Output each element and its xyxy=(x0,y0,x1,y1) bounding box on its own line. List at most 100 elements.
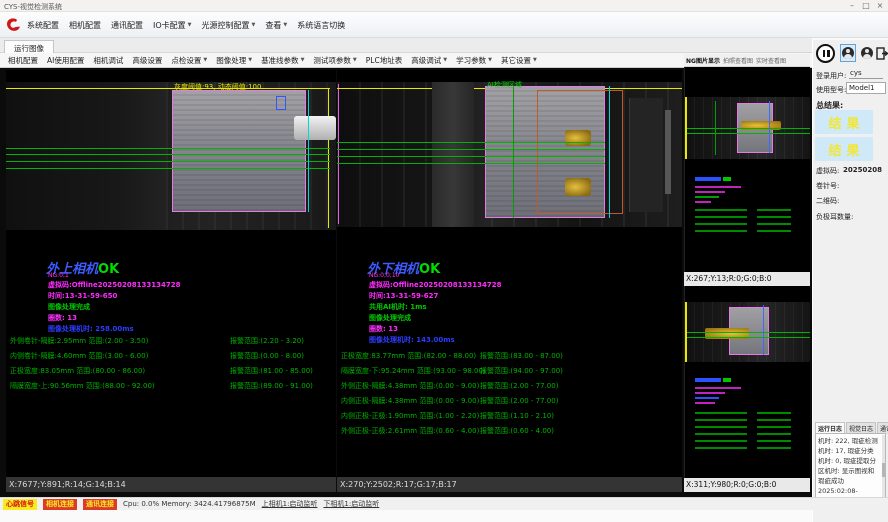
toolbar-plc-address-table[interactable]: PLC地址表 xyxy=(366,55,402,66)
thumb-tab-live-view[interactable]: 实时查看图 xyxy=(756,56,786,65)
thumb-tab-ng-display[interactable]: NG图片显示 xyxy=(686,56,720,65)
menu-items: 系统配置 相机配置 通讯配置 IO卡配置▼ 光源控制配置▼ 查看▼ 系统语言切换 xyxy=(27,12,345,38)
thumb-text-line xyxy=(757,419,791,421)
menu-item-view[interactable]: 查看▼ xyxy=(265,20,287,31)
thumbnail-top[interactable] xyxy=(684,67,810,272)
login-user-value[interactable]: cys xyxy=(849,69,883,79)
thumb-text-line xyxy=(695,201,711,203)
processing-time-label: 图像处理机时: 258.00ms xyxy=(48,324,134,334)
measurement-row: 隔膜宽度-上:90.56mm 范围:(88.00 - 92.00) xyxy=(10,381,155,391)
thumb-text-line xyxy=(695,440,747,442)
dropdown-arrow-icon: ▼ xyxy=(443,57,447,63)
thumb-text-line xyxy=(757,209,791,211)
thumbnail-bottom[interactable] xyxy=(684,286,810,478)
result-badge-2: 结果 xyxy=(815,137,873,161)
overlay-cyan-vline xyxy=(609,86,610,218)
turns-label: 圈数: 13 xyxy=(369,324,398,334)
minimize-icon[interactable]: – xyxy=(846,1,858,10)
overlay-green-line xyxy=(685,332,810,333)
alarm-range: 报警范围:(89.00 - 91.00) xyxy=(230,381,313,391)
overlay-magenta-vline xyxy=(338,84,339,224)
camera-connection-badge: 相机连接 xyxy=(43,499,77,510)
upper-camera-listen-status[interactable]: 上相机1:启动监听 xyxy=(262,499,318,509)
menu-item-camera-config[interactable]: 相机配置 xyxy=(69,20,101,31)
menu-bar: 系统配置 相机配置 通讯配置 IO卡配置▼ 光源控制配置▼ 查看▼ 系统语言切换 xyxy=(0,12,888,38)
alarm-range: 报警范围:(2.20 - 3.20) xyxy=(230,336,304,346)
admin-user-button[interactable] xyxy=(859,44,875,62)
measurement-row: 外侧正极-隔膜:4.38mm 范围:(0.00 - 9.00) xyxy=(341,381,479,391)
overlay-yellow-vline xyxy=(685,97,687,159)
toolbar-camera-config[interactable]: 相机配置 xyxy=(8,55,38,66)
toolbar-baseline-params[interactable]: 基准线参数▼ xyxy=(261,55,304,66)
processing-time-label: 图像处理机时: 143.00ms xyxy=(369,335,455,345)
center-image-bright-edge xyxy=(665,110,671,194)
thumbnail-bottom-coordinates: X:311;Y:980;R:0;G:0;B:0 xyxy=(684,478,810,492)
toolbar-spot-check[interactable]: 点检设置▼ xyxy=(171,55,207,66)
toolbar-learning-params[interactable]: 学习参数▼ xyxy=(456,55,492,66)
ng-count-label: NG:0;0;10 xyxy=(369,272,399,279)
dropdown-arrow-icon: ▼ xyxy=(283,22,287,28)
menu-item-comm-config[interactable]: 通讯配置 xyxy=(111,20,143,31)
window-title: CYS-视觉检测系统 xyxy=(4,2,62,12)
overlay-blue-vline xyxy=(763,305,764,355)
pause-icon xyxy=(823,50,826,57)
overlay-green-line xyxy=(337,149,605,150)
center-camera-viewport[interactable]: AI检测区域 外下相机OK NG:0;0;10 虚拟码:Offline20250… xyxy=(337,70,682,477)
close-icon[interactable]: × xyxy=(874,1,886,10)
toolbar-other-settings[interactable]: 其它设置▼ xyxy=(501,55,537,66)
ai-region-overlay-label: AI检测区域 xyxy=(487,80,522,90)
model-select[interactable]: Model1 xyxy=(846,82,886,94)
toolbar-camera-debug[interactable]: 相机调试 xyxy=(93,55,123,66)
measurement-row: 内侧卷针-隔膜:4.60mm 范围:(3.00 - 6.00) xyxy=(10,351,148,361)
dropdown-arrow-icon: ▼ xyxy=(533,57,537,63)
left-camera-viewport[interactable]: 灰度阈值:93, 动态阈值:100 外上相机OK NG:0;1 虚拟码:Offl… xyxy=(6,70,336,477)
overlay-green-line xyxy=(685,337,810,338)
menu-item-language-switch[interactable]: 系统语言切换 xyxy=(297,20,345,31)
toolbar-test-params[interactable]: 测试项参数▼ xyxy=(313,55,356,66)
toolbar-ai-usage-config[interactable]: AI使用配置 xyxy=(47,55,84,66)
log-scrollbar[interactable] xyxy=(882,435,885,505)
toolbar-advanced-settings[interactable]: 高级设置 xyxy=(132,55,162,66)
barcode-label: 虚拟码:Offline20250208133134728 xyxy=(48,280,181,290)
menu-item-system-config[interactable]: 系统配置 xyxy=(27,20,59,31)
dropdown-arrow-icon: ▼ xyxy=(203,57,207,63)
log-output[interactable]: 机时: 222, 瑕疵检测机时: 17, 瑕疵分类机时: 0, 瑕疵提取分区机时… xyxy=(815,433,886,507)
barcode-field-value: 20250208 xyxy=(843,166,882,174)
menu-item-io-config[interactable]: IO卡配置▼ xyxy=(153,20,192,31)
dropdown-arrow-icon: ▼ xyxy=(301,57,305,63)
app-window: CYS-视觉检测系统 – □ × 系统配置 相机配置 通讯配置 IO卡配置▼ 光… xyxy=(0,0,888,522)
measurement-row: 内侧正极-隔膜:4.38mm 范围:(0.00 - 9.00) xyxy=(341,396,479,406)
pause-button[interactable] xyxy=(816,44,835,63)
overlay-green-line xyxy=(6,148,330,149)
toolbar-advanced-debug[interactable]: 高级调试▼ xyxy=(411,55,447,66)
measurement-row: 外侧卷针-隔膜:2.95mm 范围:(2.00 - 3.50) xyxy=(10,336,148,346)
overlay-cyan-vline xyxy=(308,90,309,212)
left-camera-image: 灰度阈值:93, 动态阈值:100 xyxy=(6,82,336,230)
measurement-row: 隔膜宽度-下:95.24mm 范围:(93.00 - 98.00) xyxy=(341,366,486,376)
lower-camera-listen-status[interactable]: 下相机1:启动监听 xyxy=(323,499,379,509)
needle-number-label: 卷针号: xyxy=(816,181,839,191)
alarm-range: 报警范围:(0.00 - 8.00) xyxy=(230,351,304,361)
thumbnail-tabs: NG图片显示 拍照查看图 实时查看图 xyxy=(684,54,810,67)
maximize-icon[interactable]: □ xyxy=(860,1,872,10)
toolbar-image-processing[interactable]: 图像处理▼ xyxy=(216,55,252,66)
alarm-range: 报警范围:(83.00 - 87.00) xyxy=(480,351,563,361)
alarm-range: 报警范围:(0.60 - 4.00) xyxy=(480,426,554,436)
exit-door-icon xyxy=(876,47,888,60)
overlay-green-vline xyxy=(513,86,514,218)
result-ok-badge: OK xyxy=(98,262,119,277)
exit-button[interactable] xyxy=(875,44,888,62)
dropdown-arrow-icon: ▼ xyxy=(488,57,492,63)
thumb-tab-capture-view[interactable]: 拍照查看图 xyxy=(723,56,753,65)
overlay-green-line xyxy=(6,154,330,155)
user-icon xyxy=(861,47,873,59)
center-image-structure xyxy=(629,98,663,212)
center-coordinates-bar: X:270;Y:2502;R:17;G:17;B:17 xyxy=(337,477,682,492)
thumb-text-line xyxy=(695,402,715,404)
menu-item-light-config[interactable]: 光源控制配置▼ xyxy=(202,20,256,31)
negative-tab-count-label: 负极耳数量: xyxy=(816,212,853,222)
operator-user-button[interactable] xyxy=(840,44,856,62)
alarm-range: 报警范围:(94.00 - 97.00) xyxy=(480,366,563,376)
overlay-green-line xyxy=(6,161,330,162)
thumb-text-line xyxy=(757,447,791,449)
